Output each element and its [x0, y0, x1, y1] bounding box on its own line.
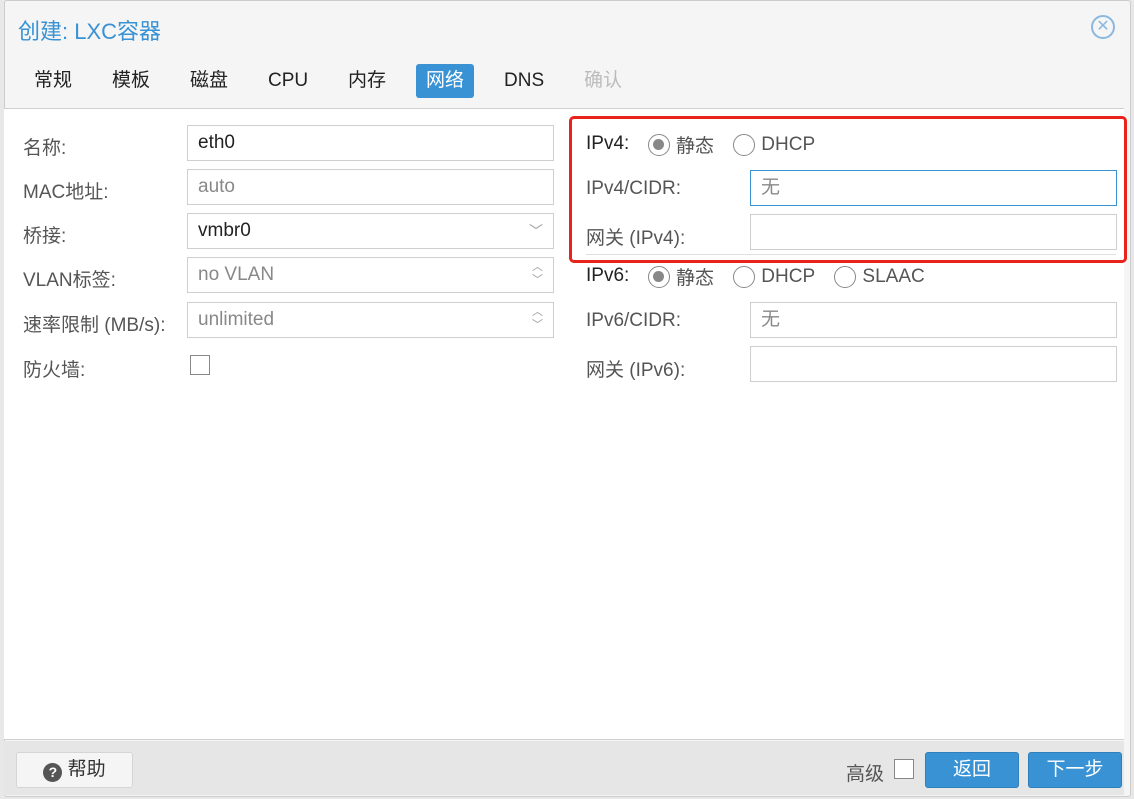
- tab-dns[interactable]: DNS: [494, 64, 554, 98]
- gateway-ipv6-label: 网关 (IPv6):: [586, 360, 686, 381]
- tab-confirm: 确认: [584, 70, 623, 91]
- tab-general[interactable]: 常规: [24, 64, 82, 98]
- mac-input[interactable]: auto: [187, 169, 554, 205]
- tab-memory[interactable]: 内存: [338, 64, 396, 98]
- ipv6-static-label: 静态: [676, 268, 715, 289]
- gateway-ipv6-input[interactable]: [750, 346, 1117, 382]
- tab-cpu[interactable]: CPU: [258, 64, 318, 98]
- vlan-label: VLAN标签:: [23, 270, 116, 291]
- bridge-select[interactable]: vmbr0 ﹀: [187, 213, 554, 249]
- bridge-label: 桥接:: [23, 226, 67, 247]
- ipv6-cidr-label: IPv6/CIDR:: [586, 310, 682, 331]
- chevron-down-icon[interactable]: ﹀: [529, 214, 543, 248]
- spinner-icon[interactable]: ︿ ﹀: [532, 261, 543, 287]
- next-button[interactable]: 下一步: [1028, 752, 1122, 788]
- ipv6-slaac-label: SLAAC: [862, 265, 925, 287]
- rate-placeholder: unlimited: [198, 309, 275, 330]
- ipv6-mode-group: 静态 DHCP SLAAC: [648, 263, 939, 290]
- vlan-input[interactable]: no VLAN ︿ ﹀: [187, 257, 554, 293]
- back-button[interactable]: 返回: [925, 752, 1019, 788]
- ipv6-dhcp-radio[interactable]: [733, 265, 756, 288]
- help-button[interactable]: ? 帮助: [16, 752, 133, 788]
- ipv6-dhcp-label: DHCP: [761, 265, 816, 287]
- bridge-value: vmbr0: [198, 220, 251, 241]
- mac-label: MAC地址:: [23, 182, 109, 203]
- advanced-label: 高级: [846, 764, 885, 785]
- tab-disk[interactable]: 磁盘: [180, 64, 238, 98]
- highlight-box: [569, 116, 1127, 263]
- name-label: 名称:: [23, 138, 67, 159]
- ipv6-cidr-input[interactable]: 无: [750, 302, 1117, 338]
- ipv6-label: IPv6:: [586, 265, 630, 286]
- ipv6-slaac-radio[interactable]: [834, 265, 857, 288]
- rate-input[interactable]: unlimited ︿ ﹀: [187, 302, 554, 338]
- help-label: 帮助: [67, 759, 106, 780]
- ipv6-static-radio[interactable]: [648, 265, 670, 288]
- firewall-checkbox[interactable]: [190, 355, 210, 375]
- tab-network[interactable]: 网络: [416, 64, 475, 98]
- close-icon[interactable]: ✕: [1091, 15, 1115, 39]
- tab-template[interactable]: 模板: [102, 64, 160, 98]
- spinner-icon[interactable]: ︿ ﹀: [532, 306, 543, 332]
- name-input[interactable]: eth0: [187, 125, 554, 161]
- firewall-label: 防火墙:: [23, 360, 86, 381]
- vlan-placeholder: no VLAN: [198, 264, 275, 285]
- rate-label: 速率限制 (MB/s):: [23, 315, 166, 336]
- dialog-title: 创建: LXC容器: [18, 19, 162, 44]
- help-icon: ?: [43, 763, 63, 782]
- advanced-checkbox[interactable]: [894, 759, 914, 779]
